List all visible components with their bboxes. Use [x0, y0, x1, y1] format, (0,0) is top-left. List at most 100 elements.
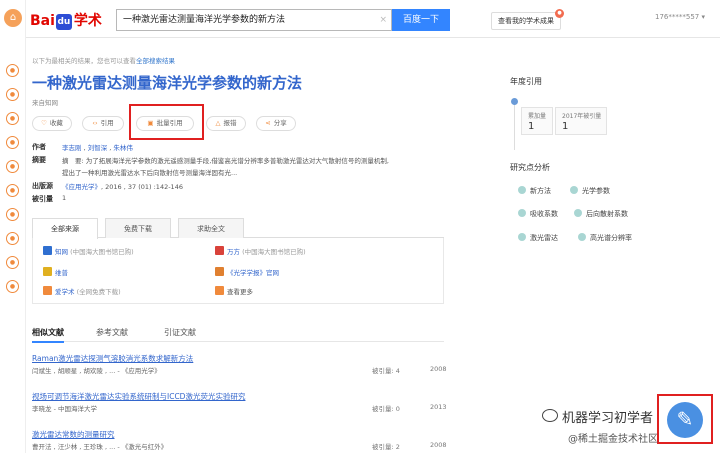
warning-icon: △ — [215, 119, 221, 127]
watermark-title: 机器学习初学者 — [562, 411, 654, 426]
keyword-tag[interactable]: 吸收系数 — [518, 209, 558, 219]
journal-link[interactable]: 《应用光学》 — [62, 183, 101, 191]
authors-label: 作者 — [32, 143, 46, 151]
publication-label: 出版源 — [32, 182, 53, 190]
favorite-button[interactable]: ♡ 收藏 — [32, 116, 72, 131]
report-error-button[interactable]: △ 报错 — [206, 116, 246, 131]
yearly-cite-heading: 年度引用 — [510, 77, 542, 86]
related-authors: 闫斌生 , 胡顺星 , 胡欢陵 , ... - 《应用光学》 — [32, 367, 161, 375]
tab-request-fulltext[interactable]: 求助全文 — [178, 218, 244, 238]
home-icon: ⌂ — [4, 9, 22, 27]
watermark-subtitle: @稀土掘金技术社区 — [568, 434, 658, 445]
related-year: 2008 — [430, 441, 447, 449]
bubble-icon — [570, 186, 578, 194]
aixueshu-icon — [43, 286, 52, 295]
keyword-tag[interactable]: 高光谱分辨率 — [578, 233, 632, 243]
source-journal-site[interactable]: 《光学学报》官网 — [215, 267, 279, 277]
source-list: 知网 (中国海大图书馆已购) 万方 (中国海大图书馆已购) 维普 《光学学报》官… — [32, 238, 444, 304]
paper-source: 来自知网 — [32, 99, 58, 107]
year-cite-box: 2017年被引量 1 — [555, 107, 607, 135]
analysis-icon[interactable]: ● — [6, 160, 19, 173]
bubble-icon — [518, 233, 526, 241]
paper-title[interactable]: 一种激光雷达测量海洋光学参数的新方法 — [32, 72, 302, 93]
open-access-icon[interactable]: ● — [6, 208, 19, 221]
all-results-link[interactable]: 全部搜索结果 — [136, 57, 175, 65]
related-cite-count: 被引量: 4 — [372, 367, 400, 375]
author-link[interactable]: 李志刚 — [62, 144, 82, 152]
bubble-icon — [518, 209, 526, 217]
abstract-line: 提出了一种利用激光雷达水下后向散射信号测量海洋固有光... — [62, 169, 238, 177]
research-analysis-heading: 研究点分析 — [510, 163, 550, 172]
related-title-link[interactable]: 激光雷达常数的测量研究 — [32, 429, 115, 440]
tab-free-download[interactable]: 免费下载 — [105, 218, 171, 238]
tools-icon[interactable]: ● — [6, 256, 19, 269]
related-title-link[interactable]: 视场可调节海洋激光雷达实验系统研制与ICCD激光荧光实验研究 — [32, 391, 245, 402]
topic-icon[interactable]: ● — [6, 184, 19, 197]
cited-label: 被引量 — [32, 195, 53, 203]
author-link[interactable]: 刘智深 — [88, 144, 108, 152]
institution-icon[interactable]: ● — [6, 136, 19, 149]
related-year: 2008 — [430, 365, 447, 373]
publication: 《应用光学》, 2016 , 37 (01) :142-146 — [62, 183, 183, 191]
journal-icon[interactable]: ● — [6, 88, 19, 101]
timeline-line — [514, 104, 515, 150]
more-sources-link[interactable]: 查看更多 — [215, 286, 253, 296]
bubble-icon — [578, 233, 586, 241]
clear-icon[interactable]: × — [379, 10, 387, 30]
related-authors: 李晓龙 - 中国海洋大学 — [32, 405, 97, 413]
quote-icon: ‹› — [92, 119, 98, 127]
tab-all-sources[interactable]: 全部来源 — [32, 218, 98, 239]
vip-icon — [43, 267, 52, 276]
tab-similar[interactable]: 相似文献 — [32, 327, 64, 343]
baidu-xueshu-logo[interactable]: Bai du 学术 — [30, 10, 102, 30]
chat-icon: ✎ — [667, 402, 703, 438]
related-title-link[interactable]: Raman激光雷达探测气溶胶消光系数求解新方法 — [32, 353, 193, 364]
top-header: ⌂ Bai du 学术 一种激光雷达测量海洋光学参数的新方法 × 百度一下 查看我的… — [0, 0, 720, 38]
abstract-label: 摘要 — [32, 156, 46, 164]
share-button[interactable]: ⋖ 分享 — [256, 116, 296, 131]
bubble-icon — [574, 209, 582, 217]
related-year: 2013 — [430, 403, 447, 411]
related-cite-count: 被引量: 2 — [372, 443, 400, 451]
source-tabs: 全部来源 免费下载 求助全文 — [32, 218, 444, 239]
left-rail: ● ● ● ● ● ● ● ● ● ● — [0, 38, 26, 453]
share-icon: ⋖ — [265, 119, 271, 127]
keyword-tag[interactable]: 光学参数 — [570, 186, 610, 196]
new-badge-icon: ● — [555, 9, 564, 18]
keyword-tag[interactable]: 激光雷达 — [518, 233, 558, 243]
keyword-tag[interactable]: 新方法 — [518, 186, 551, 196]
keyword-tag[interactable]: 后向散射系数 — [574, 209, 628, 219]
highlight-annotation — [129, 104, 204, 140]
search-button[interactable]: 百度一下 — [392, 9, 450, 31]
source-cnki[interactable]: 知网 (中国海大图书馆已购) — [43, 246, 134, 256]
scholar-icon[interactable]: ● — [6, 112, 19, 125]
paper-icon[interactable]: ● — [6, 64, 19, 77]
floating-feedback-button[interactable]: ✎ — [657, 394, 713, 444]
wanfang-icon — [215, 246, 224, 255]
heart-icon: ♡ — [41, 119, 47, 127]
total-cite-box: 累加量 1 — [521, 107, 553, 135]
timeline-dot-icon — [511, 98, 518, 105]
source-vip[interactable]: 维普 — [43, 267, 68, 277]
related-tabs: 相似文献 参考文献 引证文献 — [32, 327, 444, 343]
related-authors: 曹开法 , 汪少林 , 王珍珠 , ... - 《激光与红外》 — [32, 443, 168, 451]
library-icon[interactable]: ● — [6, 232, 19, 245]
my-results-button[interactable]: 查看我的学术成果 ● — [491, 9, 564, 30]
abstract-line: 摘 要: 为了拓展海洋光学参数的激光遥感测量手段,借鉴高光谱分辨率多普勒激光雷达… — [62, 157, 389, 165]
profile-icon[interactable]: ● — [6, 280, 19, 293]
home-button[interactable]: ⌂ — [0, 0, 26, 38]
search-input[interactable]: 一种激光雷达测量海洋光学参数的新方法 × — [116, 9, 392, 31]
source-wanfang[interactable]: 万方 (中国海大图书馆已购) — [215, 246, 306, 256]
cite-button[interactable]: ‹› 引用 — [82, 116, 124, 131]
author-link[interactable]: 朱林伟 — [113, 144, 133, 152]
tab-references[interactable]: 参考文献 — [96, 327, 128, 338]
plus-icon — [215, 286, 224, 295]
journal-site-icon — [215, 267, 224, 276]
source-aixueshu[interactable]: 爱学术 (全网免费下载) — [43, 286, 121, 296]
authors: 李志刚 , 刘智深 , 朱林伟 — [62, 144, 133, 152]
bubble-icon — [518, 186, 526, 194]
user-menu[interactable]: 176*****557 ▾ — [655, 13, 705, 21]
tab-citations[interactable]: 引证文献 — [164, 327, 196, 338]
cnki-icon — [43, 246, 52, 255]
search-hint: 以下为最相关的结果，您也可以查看全部搜索结果 — [32, 57, 175, 65]
